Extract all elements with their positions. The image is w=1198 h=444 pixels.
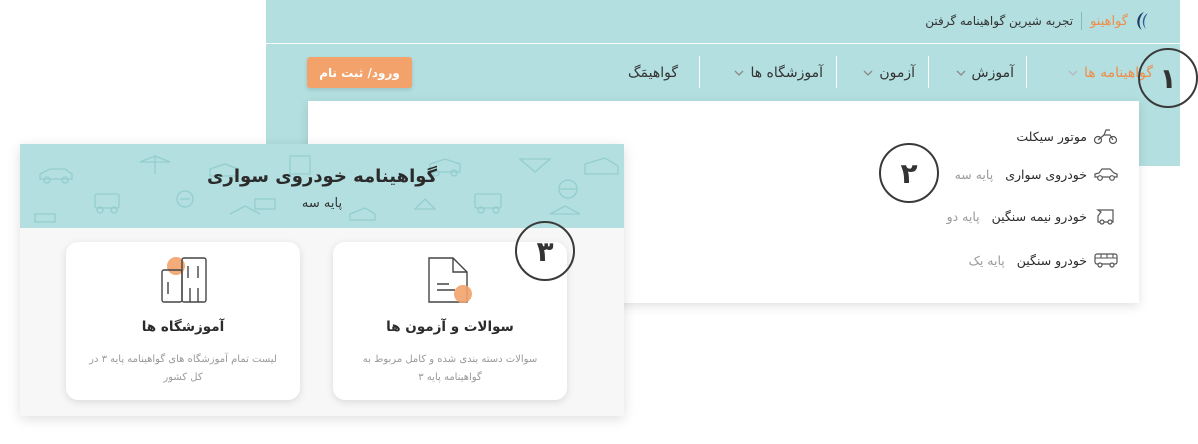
license-card: گواهینامه خودروی سواری پایه سه سوالات و … bbox=[20, 144, 624, 416]
login-button[interactable]: ورود/ ثبت نام bbox=[307, 57, 412, 88]
dropdown-item-sub: پایه یک bbox=[968, 252, 1005, 268]
car-icon bbox=[1094, 168, 1118, 181]
dropdown-item-sub: پایه دو bbox=[946, 208, 980, 224]
feature-title: سوالات و آزمون ها bbox=[386, 319, 514, 335]
dropdown-item-semi-heavy[interactable]: خودرو نیمه سنگین پایه دو bbox=[947, 207, 1119, 225]
nav-label: آموزشگاه ها bbox=[750, 65, 823, 81]
truck-icon bbox=[1096, 209, 1114, 225]
brand[interactable]: گواهینو تجربه شیرین گواهینامه گرفتن bbox=[925, 9, 1154, 33]
chevron-down-icon bbox=[956, 70, 965, 76]
brand-name: گواهینو bbox=[1090, 13, 1128, 29]
nav-divider bbox=[836, 56, 837, 88]
nav-divider bbox=[699, 56, 700, 88]
dropdown-item-heavy[interactable]: خودرو سنگین پایه یک bbox=[969, 251, 1119, 269]
nav-item-schools[interactable]: آموزشگاه ها bbox=[734, 58, 823, 88]
nav-item-exam[interactable]: آزمون bbox=[863, 58, 915, 88]
nav-item-training[interactable]: آموزش bbox=[956, 58, 1014, 88]
bus-icon bbox=[1094, 253, 1118, 268]
dropdown-item-label: موتور سیکلت bbox=[1016, 128, 1087, 144]
dropdown-item-label: خودرو سنگین bbox=[1016, 252, 1087, 268]
nav-label: گواهیمَگ bbox=[627, 65, 678, 81]
nav-item-magazine[interactable]: گواهیمَگ bbox=[628, 58, 678, 88]
dropdown-item-motorcycle[interactable]: موتور سیکلت bbox=[1016, 127, 1119, 145]
main-nav: گواهینامه ها آموزش آزمون آموزشگاه ها گوا… bbox=[266, 44, 1180, 101]
dropdown-item-sub: پایه سه bbox=[954, 166, 994, 182]
feature-title: آموزشگاه ها bbox=[141, 319, 225, 335]
feature-description: لیست تمام آموزشگاه های گواهینامه پایه ۳ … bbox=[89, 354, 277, 383]
nav-label: آزمون bbox=[879, 65, 915, 81]
license-card-title: گواهینامه خودروی سواری bbox=[206, 166, 437, 187]
brand-tagline: تجربه شیرین گواهینامه گرفتن bbox=[925, 14, 1074, 28]
feature-card-schools[interactable]: آموزشگاه ها لیست تمام آموزشگاه های گواهی… bbox=[66, 242, 300, 400]
logo-icon bbox=[1137, 12, 1148, 30]
license-card-header: گواهینامه خودروی سواری پایه سه bbox=[20, 144, 624, 228]
top-bar: گواهینو تجربه شیرین گواهینامه گرفتن bbox=[266, 0, 1180, 44]
document-icon bbox=[428, 257, 472, 303]
step-marker-3: ۳ bbox=[515, 221, 575, 281]
dropdown-item-car[interactable]: خودروی سواری پایه سه bbox=[955, 165, 1119, 183]
step-marker-2: ۲ bbox=[879, 143, 939, 203]
brand-divider bbox=[1081, 12, 1083, 30]
dropdown-item-label: خودروی سواری bbox=[1005, 166, 1087, 182]
chevron-down-icon bbox=[1068, 70, 1078, 76]
dropdown-item-label: خودرو نیمه سنگین bbox=[991, 208, 1087, 224]
nav-label: آموزش bbox=[971, 65, 1014, 81]
chevron-down-icon bbox=[863, 70, 873, 76]
step-marker-1: ۱ bbox=[1138, 48, 1198, 108]
feature-description: سوالات دسته بندی شده و کامل مربوط به گوا… bbox=[362, 354, 538, 383]
building-icon bbox=[161, 257, 207, 303]
license-card-subtitle: پایه سه bbox=[301, 196, 343, 211]
nav-divider bbox=[928, 56, 929, 88]
nav-divider bbox=[1026, 56, 1027, 88]
chevron-down-icon bbox=[734, 70, 744, 76]
motorcycle-icon bbox=[1093, 129, 1118, 145]
